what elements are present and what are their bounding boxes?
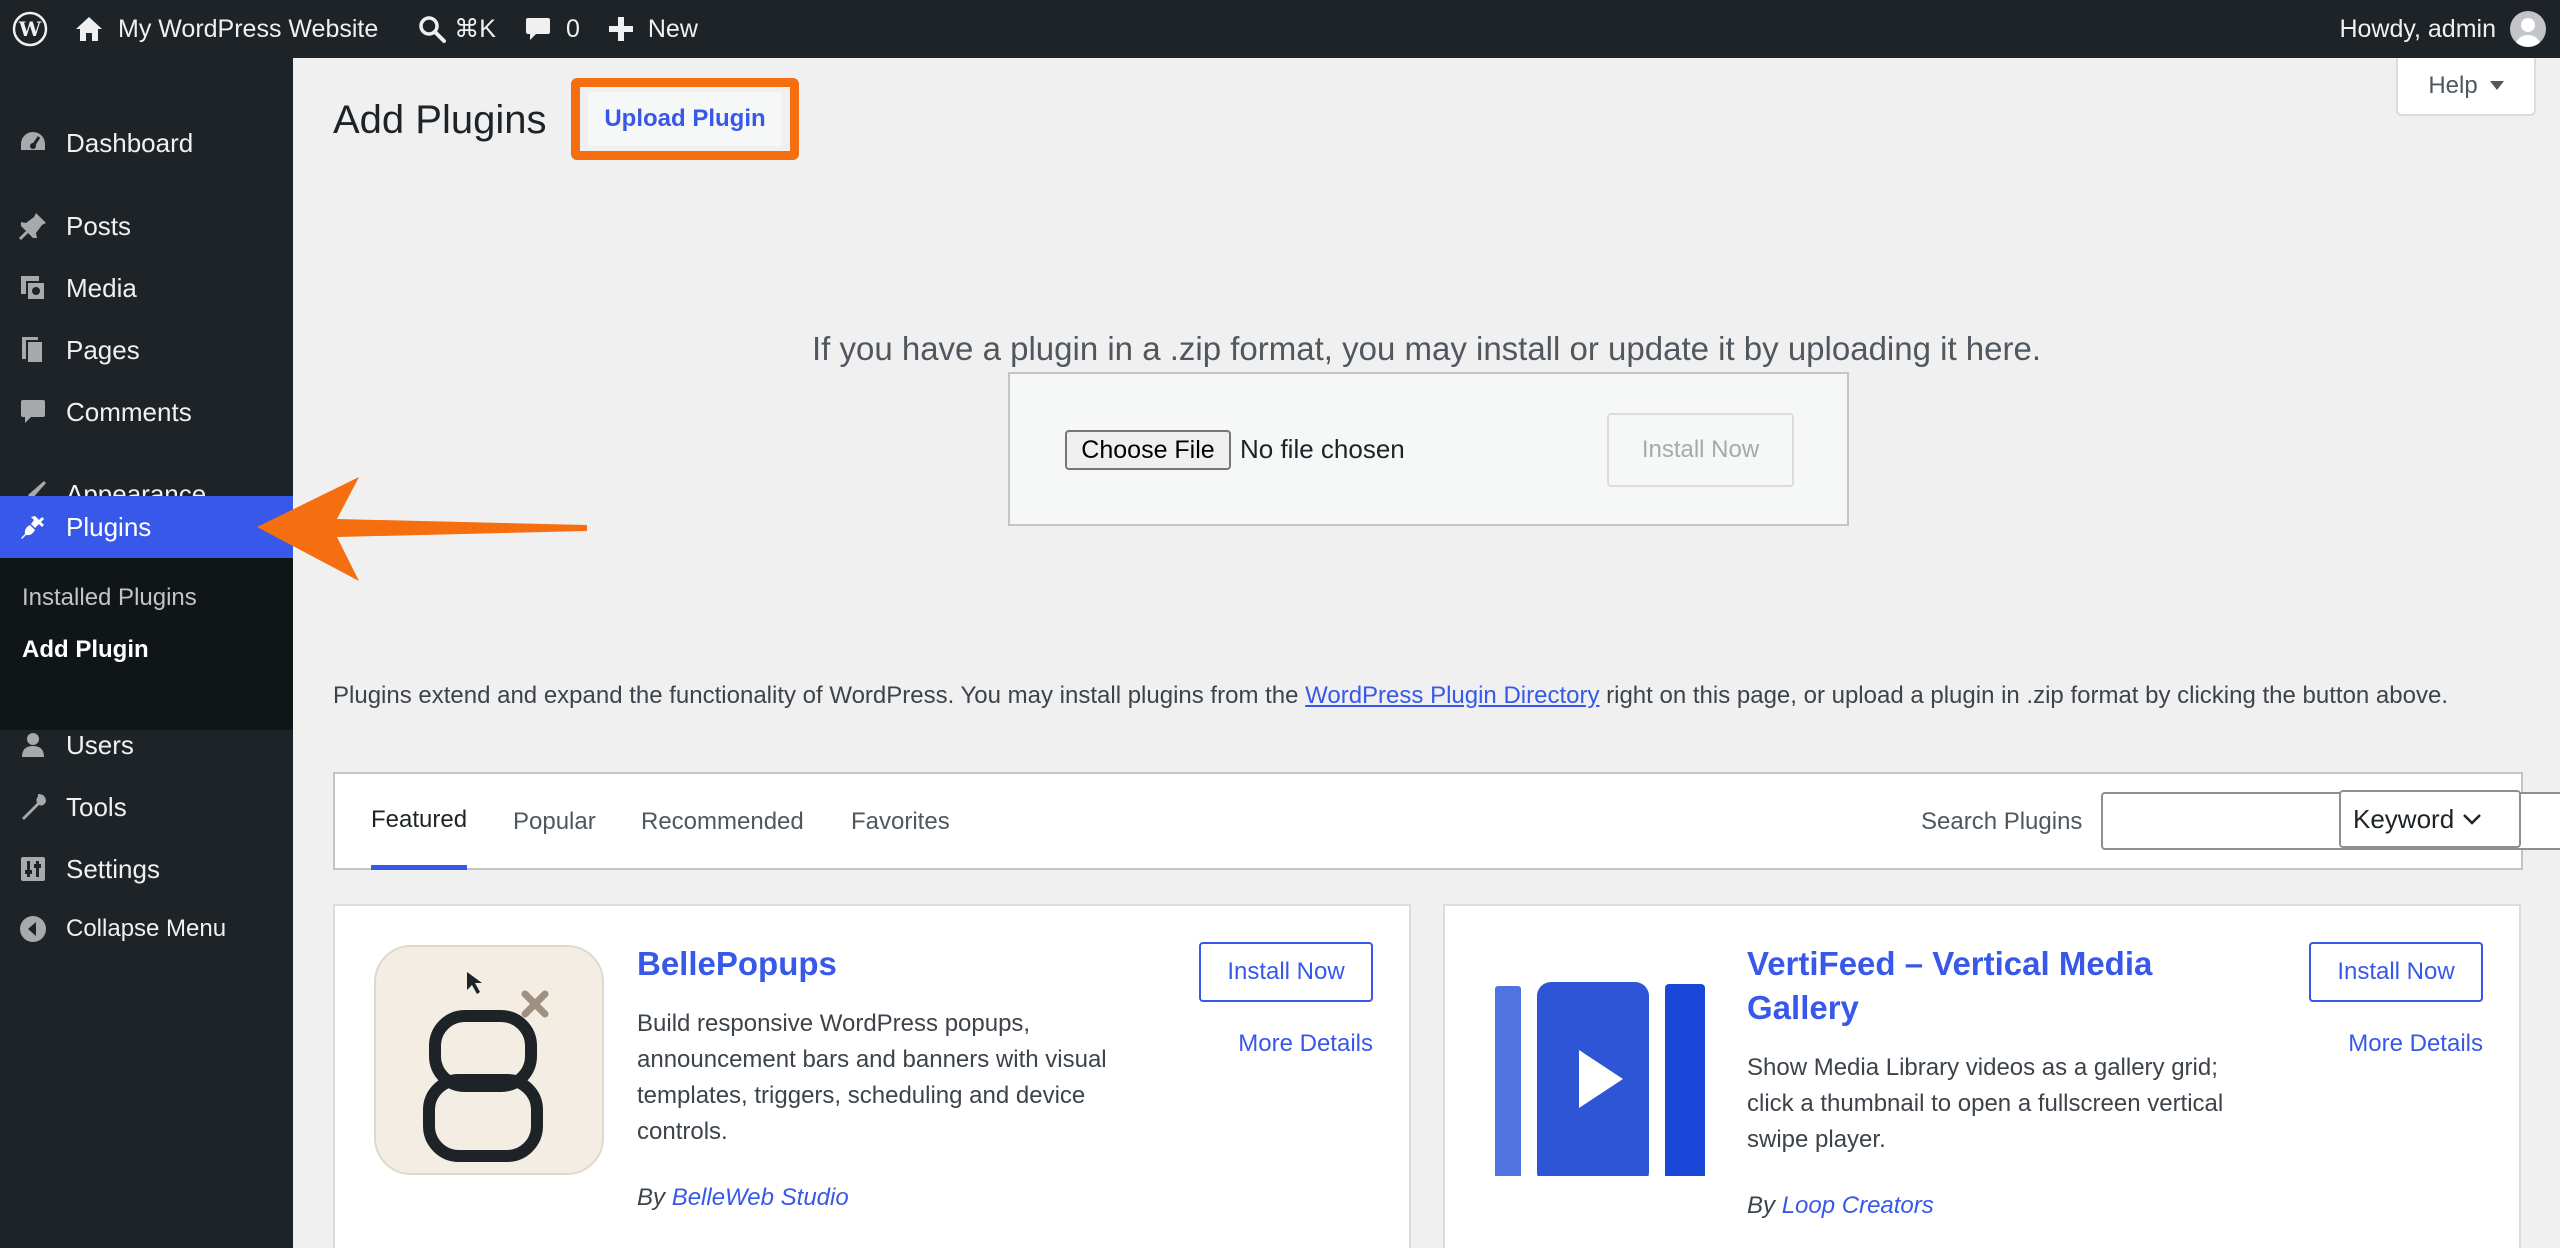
annotation-arrow-icon <box>257 477 587 581</box>
plugin-author: By BelleWeb Studio <box>637 1184 849 1212</box>
plugins-intro: Plugins extend and expand the functional… <box>333 678 2533 714</box>
choose-file-button[interactable]: Choose File <box>1065 430 1231 470</box>
plugin-card-vertifeed: VertiFeed – Vertical Media Gallery Show … <box>1443 904 2521 1248</box>
sidebar-item-label: Settings <box>66 853 160 884</box>
intro-text: right on this page, or upload a plugin i… <box>1599 682 2448 709</box>
users-icon <box>0 730 66 760</box>
caret-down-icon <box>2489 81 2504 90</box>
sidebar-item-dashboard[interactable]: Dashboard <box>0 112 293 174</box>
settings-icon <box>0 854 66 884</box>
plugin-author-link[interactable]: BelleWeb Studio <box>672 1184 849 1211</box>
sidebar-item-tools[interactable]: Tools <box>0 776 293 838</box>
admin-sidebar: Dashboard Posts Media Pages Comments App… <box>0 58 293 1248</box>
submenu-add-plugin[interactable]: Add Plugin <box>22 636 149 664</box>
upload-form: Choose File No file chosen Install Now <box>1008 372 1849 526</box>
sidebar-item-label: Users <box>66 729 134 760</box>
sidebar-item-posts[interactable]: Posts <box>0 195 293 257</box>
plugin-author-link[interactable]: Loop Creators <box>1782 1192 1934 1219</box>
howdy-text: Howdy, admin <box>2339 14 2496 43</box>
tab-recommended[interactable]: Recommended <box>641 774 804 870</box>
sidebar-item-label: Collapse Menu <box>66 915 227 942</box>
account-menu[interactable]: Howdy, admin <box>2339 0 2546 58</box>
search-type-select[interactable]: Keyword <box>2339 790 2521 848</box>
media-icon <box>0 273 66 303</box>
sidebar-item-label: Comments <box>66 396 192 427</box>
comments-link[interactable]: 0 <box>510 0 594 58</box>
plugin-filter-bar: Featured Popular Recommended Favorites S… <box>333 772 2560 870</box>
plugin-name-link[interactable]: VertiFeed – Vertical Media Gallery <box>1747 942 2267 1030</box>
help-label: Help <box>2428 72 2478 99</box>
upload-plugin-button[interactable]: Upload Plugin <box>588 92 782 146</box>
submenu-installed-plugins[interactable]: Installed Plugins <box>22 584 197 612</box>
command-search[interactable]: ⌘K <box>404 0 510 58</box>
comment-icon <box>0 397 66 427</box>
site-name: My WordPress Website <box>118 14 379 43</box>
sidebar-item-collapse-menu[interactable]: Collapse Menu <box>0 898 293 960</box>
sidebar-item-label: Dashboard <box>66 127 194 158</box>
intro-text: Plugins extend and expand the functional… <box>333 682 1306 709</box>
pin-icon <box>0 211 66 241</box>
admin-bar: W My WordPress Website ⌘K 0 New Howdy, a… <box>0 0 2560 58</box>
collapse-icon <box>0 914 66 944</box>
vertifeed-logo-icon <box>1483 944 1715 1190</box>
search-shortcut: ⌘K <box>454 15 496 43</box>
comments-count: 0 <box>565 14 580 43</box>
sidebar-item-label: Pages <box>66 334 140 365</box>
wordpress-logo-icon[interactable]: W <box>0 0 60 58</box>
sidebar-item-settings[interactable]: Settings <box>0 838 293 900</box>
main-content: Add Plugins Upload Plugin Help If you ha… <box>293 58 2560 1248</box>
tab-popular[interactable]: Popular <box>513 774 596 870</box>
comment-icon <box>525 18 550 40</box>
new-label: New <box>647 14 698 43</box>
search-type-value: Keyword <box>2353 803 2455 834</box>
wrench-icon <box>0 792 66 822</box>
no-file-text: No file chosen <box>1240 434 1405 464</box>
plugin-card-bellepopups: BellePopups Build responsive WordPress p… <box>333 904 1411 1248</box>
sidebar-item-comments[interactable]: Comments <box>0 381 293 443</box>
plugin-author: By Loop Creators <box>1747 1192 1934 1220</box>
dashboard-icon <box>0 128 66 158</box>
plugin-description: Build responsive WordPress popups, annou… <box>637 1010 1107 1145</box>
plugins-submenu: Installed Plugins Add Plugin <box>0 558 293 730</box>
sidebar-item-plugins[interactable]: Plugins <box>0 496 293 558</box>
plugin-description: Show Media Library videos as a gallery g… <box>1747 1054 2224 1153</box>
more-details-link[interactable]: More Details <box>2348 1030 2483 1058</box>
help-button[interactable]: Help <box>2396 58 2536 116</box>
install-now-button[interactable]: Install Now <box>1199 942 1373 1002</box>
tab-favorites[interactable]: Favorites <box>851 774 950 870</box>
page-title: Add Plugins <box>333 98 547 142</box>
new-content-link[interactable]: New <box>594 0 712 58</box>
plus-icon <box>608 17 633 41</box>
sidebar-item-users[interactable]: Users <box>0 714 293 776</box>
avatar <box>2510 11 2546 47</box>
svg-text:W: W <box>18 17 42 41</box>
plugin-icon <box>0 512 66 542</box>
pages-icon <box>0 335 66 365</box>
search-icon <box>419 16 447 43</box>
plugin-directory-link[interactable]: WordPress Plugin Directory <box>1305 682 1599 709</box>
install-now-button[interactable]: Install Now <box>1607 413 1794 487</box>
sidebar-item-media[interactable]: Media <box>0 257 293 319</box>
bellepopups-logo-icon <box>373 944 605 1176</box>
install-now-button[interactable]: Install Now <box>2309 942 2483 1002</box>
by-label: By <box>1747 1192 1776 1219</box>
sidebar-item-label: Plugins <box>66 511 152 542</box>
home-icon <box>76 17 102 41</box>
search-plugins-label: Search Plugins <box>1921 808 2083 835</box>
sidebar-item-label: Tools <box>66 791 127 822</box>
more-details-link[interactable]: More Details <box>1238 1030 1373 1058</box>
sidebar-item-label: Posts <box>66 210 132 241</box>
upload-plugin-highlight: Upload Plugin <box>571 78 799 160</box>
chevron-down-icon <box>2463 814 2482 825</box>
by-label: By <box>637 1184 666 1211</box>
tab-featured[interactable]: Featured <box>371 774 468 870</box>
upload-description: If you have a plugin in a .zip format, y… <box>811 330 2042 367</box>
sidebar-item-pages[interactable]: Pages <box>0 319 293 381</box>
plugin-name-link[interactable]: BellePopups <box>637 942 837 986</box>
sidebar-item-label: Media <box>66 272 137 303</box>
site-name-link[interactable]: My WordPress Website <box>60 0 392 58</box>
